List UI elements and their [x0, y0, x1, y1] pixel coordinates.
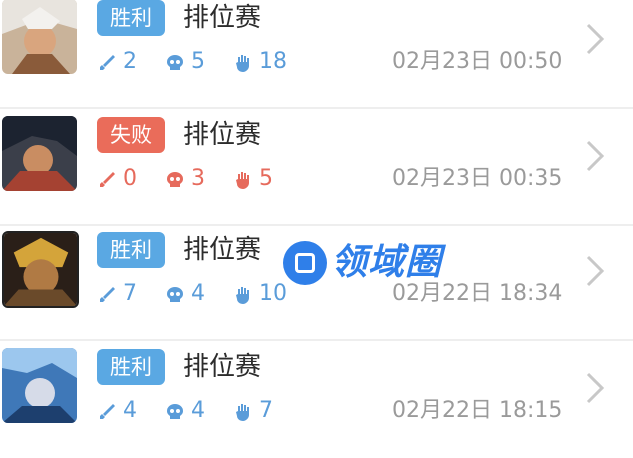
match-row[interactable]: 胜利 排位赛 4 4 7 02月22日 18:15 [0, 346, 633, 458]
row-divider [0, 107, 633, 109]
kda-stats: 4 4 7 [97, 394, 397, 428]
hand-icon [236, 287, 249, 304]
sword-icon [100, 404, 115, 419]
chevron-right-icon[interactable] [584, 253, 606, 289]
sword-icon [100, 55, 115, 70]
match-time: 02月22日 18:15 [392, 398, 563, 423]
row-divider [0, 339, 633, 341]
match-time: 02月23日 00:50 [392, 49, 563, 74]
hand-icon [236, 172, 249, 189]
hand-icon [236, 55, 249, 72]
row-divider [0, 224, 633, 226]
result-badge: 失败 [97, 117, 165, 153]
hero-avatar [2, 0, 77, 74]
game-mode: 排位赛 [183, 235, 262, 265]
sword-icon [100, 287, 115, 302]
sword-icon [100, 172, 115, 187]
chevron-right-icon[interactable] [584, 138, 606, 174]
chevron-right-icon[interactable] [584, 370, 606, 406]
result-badge: 胜利 [97, 0, 165, 36]
match-time: 02月23日 00:35 [392, 166, 563, 191]
game-mode: 排位赛 [183, 120, 262, 150]
skull-icon [167, 172, 183, 187]
match-history-list: 胜利 排位赛 2 5 18 02月23日 00:50 失败 排位赛 0 3 5 … [0, 0, 633, 429]
match-row[interactable]: 胜利 排位赛 2 5 18 02月23日 00:50 [0, 0, 633, 109]
skull-icon [167, 404, 183, 419]
kda-stats: 0 3 5 [97, 162, 397, 196]
hero-avatar [2, 231, 79, 308]
game-mode: 排位赛 [183, 352, 262, 382]
chevron-right-icon[interactable] [584, 21, 606, 57]
watermark-logo-icon [283, 241, 327, 285]
skull-icon [167, 55, 183, 70]
watermark: 领域圈 [283, 238, 483, 288]
hand-icon [236, 404, 249, 421]
skull-icon [167, 287, 183, 302]
hero-avatar [2, 348, 77, 423]
match-row[interactable]: 失败 排位赛 0 3 5 02月23日 00:35 [0, 114, 633, 226]
game-mode: 排位赛 [183, 3, 262, 33]
watermark-text: 领域圈 [331, 242, 443, 283]
result-badge: 胜利 [97, 232, 165, 268]
kda-stats: 2 5 18 [97, 45, 397, 79]
hero-avatar [2, 116, 77, 191]
result-badge: 胜利 [97, 349, 165, 385]
